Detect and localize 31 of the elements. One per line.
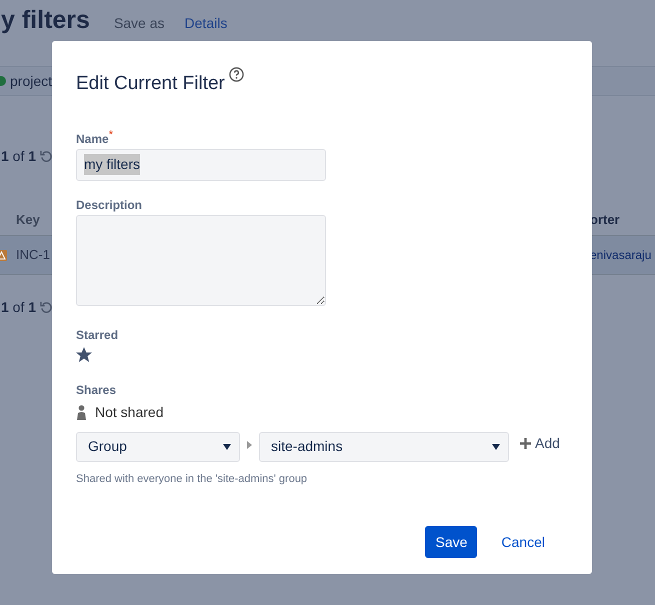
page-title: y filters <box>1 5 90 36</box>
name-field[interactable]: my filters <box>76 148 326 180</box>
field-label: Name <box>76 130 109 148</box>
cancel-link[interactable]: Cancel <box>493 526 553 558</box>
field-label: Shares <box>76 382 118 398</box>
refresh-icon[interactable] <box>40 301 54 314</box>
arrow-icon <box>247 440 252 448</box>
filter-chip[interactable]: project <box>10 70 52 92</box>
field-label: Starred <box>76 326 120 344</box>
caret-icon <box>492 444 500 450</box>
column-header: Key <box>16 211 40 230</box>
description-field[interactable] <box>76 214 326 306</box>
required-mark: * <box>108 128 113 142</box>
pager-text: 1 of 1 <box>1 298 36 317</box>
add-button[interactable]: Add <box>520 432 560 454</box>
caret-icon <box>223 444 231 450</box>
help-icon[interactable] <box>228 67 244 82</box>
select-dropdown[interactable]: Group <box>76 432 240 462</box>
table-cell-text: enivasaraju <box>590 247 652 264</box>
field-label: Description <box>76 196 144 214</box>
plus-icon <box>520 438 531 448</box>
star-icon[interactable] <box>76 346 92 362</box>
pager-text: 1 of 1 <box>1 147 36 166</box>
person-icon <box>76 404 87 420</box>
table-cell-text: INC-1 <box>16 246 50 264</box>
share-status: Not shared <box>95 402 164 422</box>
hint-text: Shared with everyone in the 'site-admins' group <box>76 472 308 486</box>
save-button[interactable]: Save <box>425 526 478 558</box>
select-dropdown[interactable]: site-admins <box>259 432 509 462</box>
dialog-title: Edit Current Filter <box>76 72 225 96</box>
refresh-icon[interactable] <box>40 150 54 163</box>
